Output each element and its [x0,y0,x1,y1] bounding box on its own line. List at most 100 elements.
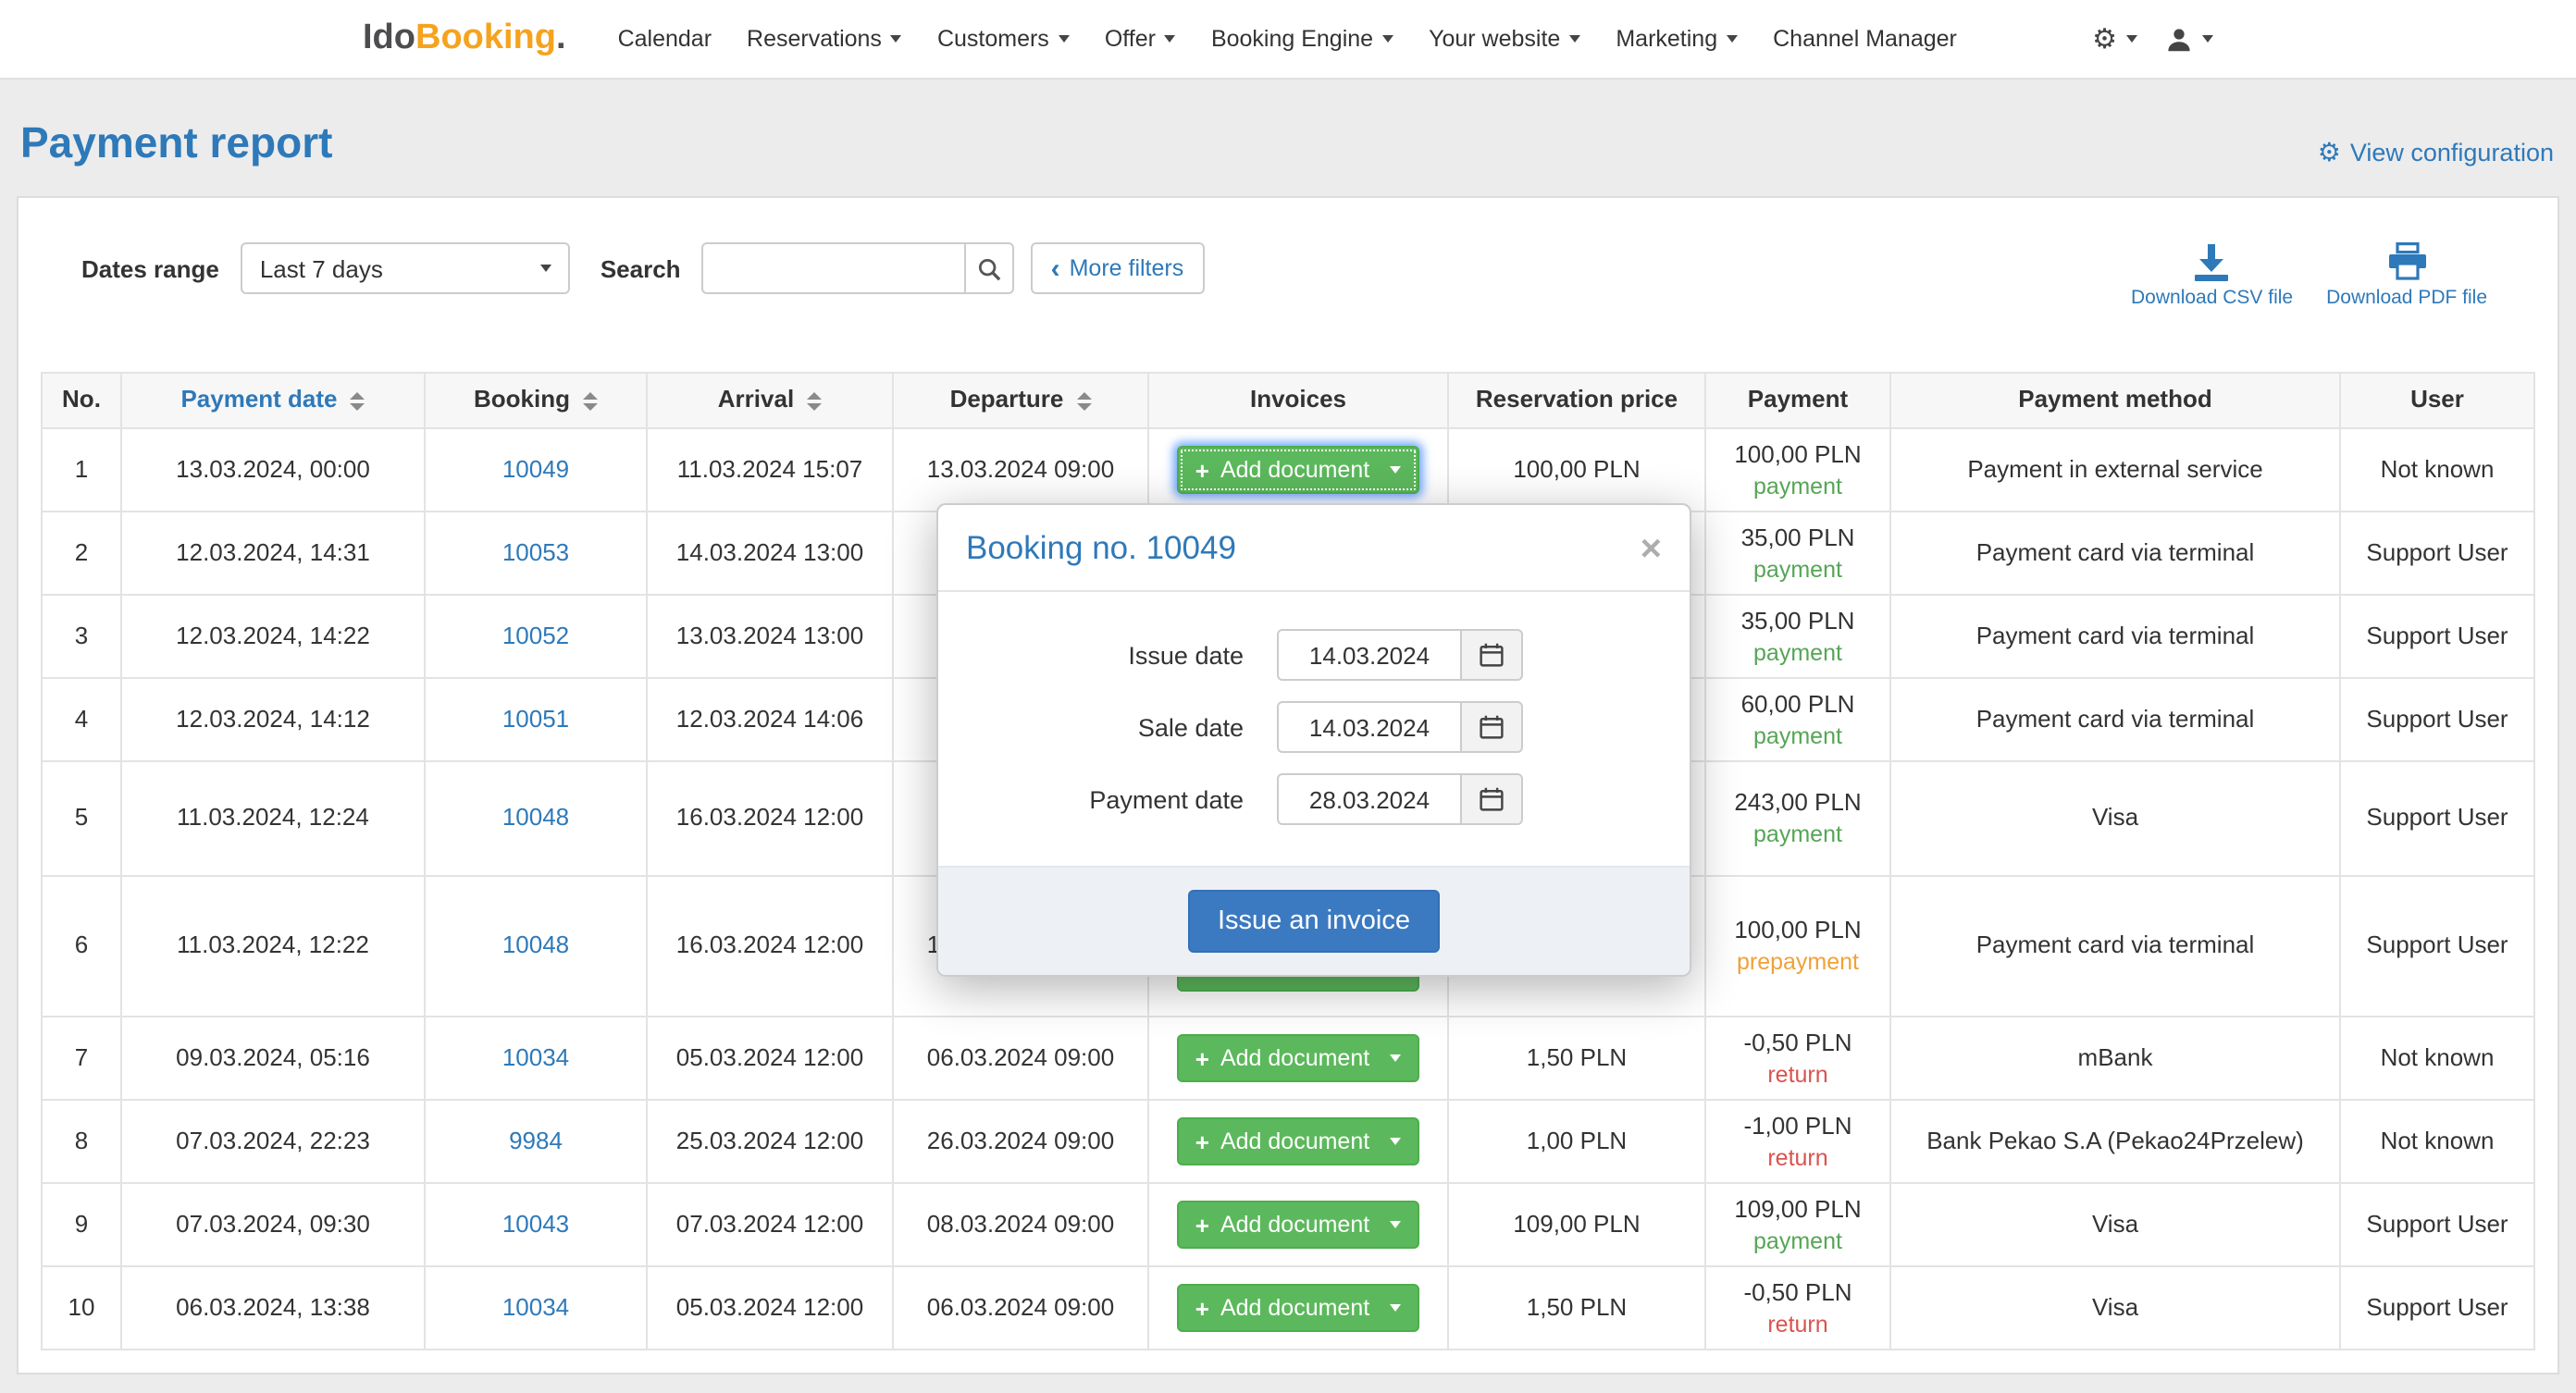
more-filters-button[interactable]: ‹ More filters [1031,243,1205,295]
download-pdf-link[interactable]: Download PDF file [2326,243,2487,310]
sort-icon[interactable] [583,392,598,411]
reservation-price-cell: 1,50 PLN [1448,1017,1705,1101]
chevron-down-icon [1727,35,1738,43]
sort-icon[interactable] [351,392,365,411]
payment-cell: 243,00 PLNpayment [1705,762,1890,877]
booking-link[interactable]: 10034 [502,1043,569,1071]
add-document-button[interactable]: +Add document [1177,446,1419,494]
issue-invoice-button[interactable]: Issue an invoice [1188,890,1440,953]
row-number-cell: 3 [42,596,121,679]
sort-icon[interactable] [1076,392,1091,411]
payment-type: prepayment [1717,947,1878,978]
nav-item-channel-manager[interactable]: Channel Manager [1773,26,1957,52]
nav-item-label: Customers [937,26,1049,52]
filters-left: Dates range Last 7 days Search ‹ More fi… [81,243,1204,295]
add-document-button[interactable]: +Add document [1177,1117,1419,1165]
column-header-booking[interactable]: Booking [425,374,647,429]
chevron-down-icon [1165,35,1176,43]
user-menu[interactable] [2165,25,2213,53]
chevron-down-icon [1390,1305,1401,1313]
nav-item-your-website[interactable]: Your website [1429,26,1580,52]
column-header-arrival[interactable]: Arrival [647,374,893,429]
column-header-user: User [2340,374,2534,429]
row-number-cell: 9 [42,1184,121,1267]
arrival-cell: 14.03.2024 13:00 [647,512,893,596]
add-document-button[interactable]: +Add document [1177,1034,1419,1082]
field-label: Sale date [966,713,1244,741]
booking-link[interactable]: 9984 [509,1127,563,1154]
plus-icon: + [1195,1047,1209,1071]
navbar-inner: IdoBooking. Calendar Reservations Customer… [363,0,2213,78]
booking-link[interactable]: 10034 [502,1293,569,1321]
booking-link[interactable]: 10043 [502,1210,569,1238]
nav-item-label: Reservations [747,26,882,52]
app-logo[interactable]: IdoBooking. [363,18,566,59]
issue-date-input[interactable] [1277,629,1462,681]
column-header-departure[interactable]: Departure [893,374,1148,429]
arrival-cell: 07.03.2024 12:00 [647,1184,893,1267]
arrival-cell: 16.03.2024 12:00 [647,877,893,1017]
modal-field-issue-date: Issue date [966,629,1662,681]
booking-link[interactable]: 10048 [502,931,569,959]
nav-item-calendar[interactable]: Calendar [618,26,712,52]
departure-cell: 06.03.2024 09:00 [893,1017,1148,1101]
search-input[interactable] [701,243,964,295]
nav-item-marketing[interactable]: Marketing [1616,26,1738,52]
payment-type: return [1717,1309,1878,1339]
nav-item-label: Channel Manager [1773,26,1957,52]
calendar-button[interactable] [1462,629,1523,681]
chevron-down-icon [1390,1222,1401,1229]
booking-cell: 10049 [425,429,647,512]
payment-type: payment [1717,721,1878,751]
column-header-payment-date[interactable]: Payment date [121,374,425,429]
nav-item-reservations[interactable]: Reservations [747,26,902,52]
add-document-button[interactable]: +Add document [1177,1201,1419,1249]
modal-header: Booking no. 10049 × [938,505,1690,592]
search-button[interactable] [964,243,1014,295]
payment-date-cell: 09.03.2024, 05:16 [121,1017,425,1101]
nav-item-label: Booking Engine [1211,26,1373,52]
payment-amount: -0,50 PLN [1717,1277,1878,1309]
booking-link[interactable]: 10048 [502,804,569,832]
sort-icon[interactable] [807,392,822,411]
close-icon[interactable]: × [1641,530,1662,567]
user-cell: Support User [2340,877,2534,1017]
add-document-button[interactable]: +Add document [1177,1284,1419,1332]
payment-type: payment [1717,471,1878,501]
nav-item-customers[interactable]: Customers [937,26,1070,52]
booking-link[interactable]: 10052 [502,622,569,649]
booking-link[interactable]: 10051 [502,705,569,733]
view-configuration-link[interactable]: ⚙ View configuration [2318,140,2554,167]
chevron-down-icon [1390,1139,1401,1146]
payment-date-input[interactable] [1277,773,1462,825]
sale-date-input[interactable] [1277,701,1462,753]
calendar-button[interactable] [1462,701,1523,753]
departure-cell: 13.03.2024 09:00 [893,429,1148,512]
calendar-icon [1479,642,1505,668]
booking-link[interactable]: 10053 [502,538,569,566]
table-header: No.Payment dateBookingArrivalDepartureIn… [42,374,2534,429]
departure-cell: 08.03.2024 09:00 [893,1184,1148,1267]
dates-range-select[interactable]: Last 7 days [242,243,571,295]
add-document-label: Add document [1220,1291,1369,1325]
chevron-down-icon [2202,35,2213,43]
payment-cell: -0,50 PLNreturn [1705,1267,1890,1350]
nav-item-booking-engine[interactable]: Booking Engine [1211,26,1393,52]
invoices-cell: +Add document [1148,1184,1448,1267]
payment-date-cell: 06.03.2024, 13:38 [121,1267,425,1350]
calendar-icon [1479,786,1505,812]
row-number-cell: 6 [42,877,121,1017]
settings-menu[interactable]: ⚙ [2092,25,2137,53]
chevron-down-icon [541,265,552,273]
invoices-cell: +Add document [1148,1267,1448,1350]
payment-type: payment [1717,554,1878,585]
user-cell: Support User [2340,1267,2534,1350]
calendar-button[interactable] [1462,773,1523,825]
arrival-cell: 13.03.2024 13:00 [647,596,893,679]
nav-item-offer[interactable]: Offer [1105,26,1176,52]
download-csv-link[interactable]: Download CSV file [2131,243,2293,310]
booking-link[interactable]: 10049 [502,455,569,483]
user-cell: Not known [2340,1101,2534,1184]
payment-method-cell: Visa [1890,1184,2340,1267]
field-label: Issue date [966,641,1244,669]
